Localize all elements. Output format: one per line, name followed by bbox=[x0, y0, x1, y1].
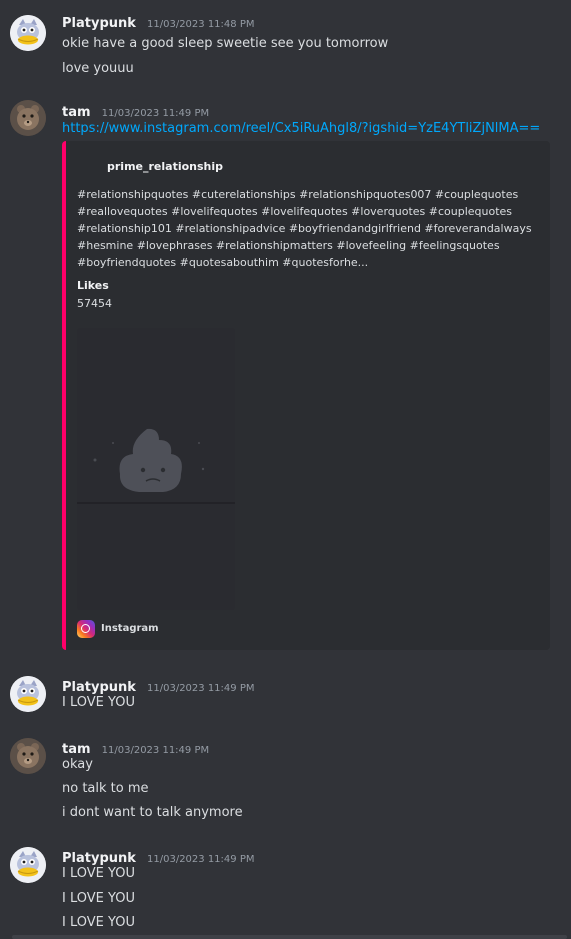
timestamp: 11/03/2023 11:48 PM bbox=[147, 19, 255, 30]
avatar[interactable] bbox=[10, 738, 46, 774]
message-text: okie have a good sleep sweetie see you t… bbox=[62, 36, 389, 51]
bear-avatar-icon bbox=[10, 100, 46, 136]
embed-author[interactable]: prime_relationship bbox=[107, 160, 223, 173]
message-text: I LOVE YOU bbox=[62, 891, 135, 906]
instagram-link[interactable]: https://www.instagram.com/reel/Cx5iRuAhg… bbox=[62, 121, 540, 136]
horizontal-scrollbar[interactable] bbox=[12, 935, 567, 939]
username[interactable]: tam bbox=[62, 105, 91, 120]
instagram-icon bbox=[77, 619, 95, 638]
platypus-avatar-icon bbox=[10, 847, 46, 883]
avatar[interactable] bbox=[10, 847, 46, 883]
timestamp: 11/03/2023 11:49 PM bbox=[147, 854, 255, 865]
username[interactable]: Platypunk bbox=[62, 851, 136, 866]
message-text: I LOVE YOU bbox=[62, 695, 135, 710]
username[interactable]: Platypunk bbox=[62, 16, 136, 31]
embed-footer: Instagram bbox=[77, 618, 159, 638]
username[interactable]: Platypunk bbox=[62, 680, 136, 695]
timestamp: 11/03/2023 11:49 PM bbox=[101, 108, 210, 119]
message-text: no talk to me bbox=[62, 781, 149, 796]
message-text: I LOVE YOU bbox=[62, 915, 135, 930]
embed-field-value: 57454 bbox=[77, 297, 112, 310]
bear-avatar-icon bbox=[10, 738, 46, 774]
avatar[interactable] bbox=[10, 676, 46, 712]
message-text: okay bbox=[62, 757, 93, 772]
avatar[interactable] bbox=[10, 100, 46, 136]
message-text: love youuu bbox=[62, 61, 134, 76]
platypus-avatar-icon bbox=[10, 676, 46, 712]
embed-description: #relationshipquotes #cuterelationships #… bbox=[77, 188, 532, 269]
link-embed: prime_relationship #relationshipquotes #… bbox=[62, 141, 550, 650]
platypus-avatar-icon bbox=[10, 15, 46, 51]
embed-field-name: Likes bbox=[77, 279, 109, 292]
message-text: I LOVE YOU bbox=[62, 866, 135, 881]
avatar[interactable] bbox=[10, 15, 46, 51]
username[interactable]: tam bbox=[62, 742, 91, 757]
message-text: i dont want to talk anymore bbox=[62, 805, 243, 820]
timestamp: 11/03/2023 11:49 PM bbox=[101, 745, 210, 756]
embed-media-placeholder[interactable] bbox=[77, 328, 235, 610]
broken-media-poop-icon bbox=[77, 428, 235, 504]
embed-footer-text: Instagram bbox=[101, 623, 159, 634]
timestamp: 11/03/2023 11:49 PM bbox=[147, 683, 255, 694]
